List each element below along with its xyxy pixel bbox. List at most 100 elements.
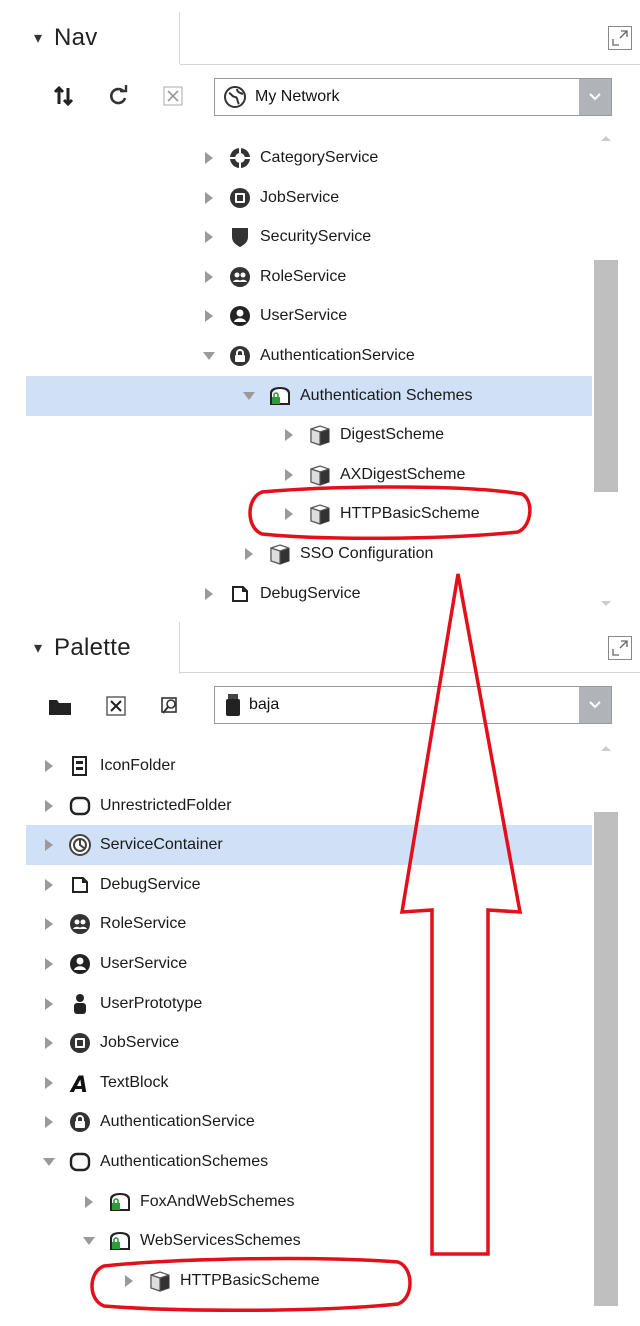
palette-tree-row[interactable]: JobService [26,1023,592,1063]
expand-right-icon[interactable] [82,1195,96,1209]
expand-right-icon[interactable] [42,917,56,931]
expand-down-icon[interactable] [42,1155,56,1169]
palette-tree-row[interactable]: IconFolder [26,746,592,786]
expand-right-icon[interactable] [42,1115,56,1129]
palette-tree-label: DebugService [100,875,201,893]
palette-module-select[interactable]: baja [214,686,612,724]
nav-tree-label: SSO Configuration [300,545,434,562]
collapse-chevron-icon[interactable]: ▾ [34,28,42,48]
expand-right-icon[interactable] [42,1076,56,1090]
nav-tree-label: JobService [260,188,340,206]
refresh-icon[interactable] [104,82,132,110]
expand-right-icon[interactable] [42,957,56,971]
expand-down-icon[interactable] [202,349,216,363]
jar-icon [225,693,241,717]
palette-scroll-thumb[interactable] [594,812,618,1306]
scroll-up-icon[interactable] [600,134,612,142]
nav-tree-row[interactable]: AuthenticationService [26,336,592,376]
palette-tree-row[interactable]: UserPrototype [26,984,592,1024]
nav-tree-row[interactable]: JobService [26,178,592,218]
palette-scrollbar[interactable] [594,730,618,1310]
palette-tree-row[interactable]: UserService [26,944,592,984]
nav-tree-row[interactable]: CategoryService [26,138,592,178]
nav-tree-row[interactable]: HTTPBasicScheme [26,494,592,534]
nav-tree-row[interactable]: SSO Configuration [26,534,592,574]
close-x-icon[interactable] [159,82,187,110]
icon-folder-icon [68,754,92,778]
expand-right-icon[interactable] [202,230,216,244]
expand-right-icon[interactable] [42,799,56,813]
expand-right-icon[interactable] [202,587,216,601]
category-icon [228,146,252,170]
expand-right-icon[interactable] [42,997,56,1011]
expand-right-icon[interactable] [42,1036,56,1050]
expand-right-icon[interactable] [282,428,296,442]
folder-outline-icon [68,794,92,818]
palette-tree-row[interactable]: AuthenticationSchemes [26,1142,592,1182]
chevron-down-icon[interactable] [579,79,611,115]
palette-tree-row[interactable]: UnrestrictedFolder [26,786,592,826]
expand-right-icon[interactable] [202,151,216,165]
palette-tree-label: AuthenticationService [100,1113,255,1131]
palette-tree-label: HTTPBasicScheme [180,1271,320,1289]
sort-arrows-icon[interactable] [50,82,78,110]
find-icon[interactable] [156,692,184,720]
cube-icon [268,542,292,566]
palette-tree-row[interactable]: HTTPBasicScheme [26,1261,592,1301]
expand-right-icon[interactable] [42,878,56,892]
expand-right-icon[interactable] [282,507,296,521]
scroll-down-icon[interactable] [600,600,612,608]
expand-right-icon[interactable] [122,1274,136,1288]
nav-tree-row[interactable]: DebugService [26,574,592,614]
user-icon [68,952,92,976]
palette-tree-row[interactable]: WebServicesSchemes [26,1221,592,1261]
expand-right-icon[interactable] [202,191,216,205]
palette-toolbar: baja [22,682,618,730]
nav-tree-row[interactable]: SecurityService [26,217,592,257]
palette-tree-row[interactable]: ServiceContainer [26,825,592,866]
nav-tree-row[interactable]: AXDigestScheme [26,455,592,495]
nav-scroll-thumb[interactable] [594,260,618,492]
palette-tab-label: Palette [54,634,131,661]
maximize-icon[interactable] [608,26,632,50]
nav-tree-row[interactable]: DigestScheme [26,415,592,455]
palette-tree-label: TextBlock [100,1073,169,1091]
expand-right-icon[interactable] [42,759,56,773]
expand-down-icon[interactable] [242,389,256,403]
debug-icon [228,582,252,606]
user-icon [228,304,252,328]
palette-tree-label: UserPrototype [100,994,203,1012]
nav-tree-row[interactable]: UserService [26,296,592,336]
close-x-icon[interactable] [102,692,130,720]
palette-tree-row[interactable]: AuthenticationService [26,1102,592,1142]
expand-right-icon[interactable] [42,838,56,852]
nav-tree-label: Authentication Schemes [300,386,473,404]
nav-tree-row[interactable]: Authentication Schemes [26,375,592,416]
palette-tree-row[interactable]: FoxAndWebSchemes [26,1182,592,1222]
maximize-icon[interactable] [608,636,632,660]
expand-right-icon[interactable] [202,309,216,323]
nav-tree-row[interactable]: RoleService [26,257,592,297]
nav-tree-label: AXDigestScheme [340,465,466,483]
palette-tree-row[interactable]: A TextBlock [26,1063,592,1103]
nav-tree-label: RoleService [260,267,347,285]
nav-root-select[interactable]: My Network [214,78,612,116]
debug-icon [68,873,92,897]
scroll-up-icon[interactable] [600,744,612,752]
expand-right-icon[interactable] [282,468,296,482]
expand-right-icon[interactable] [242,547,256,561]
nav-tree-label: HTTPBasicScheme [340,505,480,523]
chevron-down-icon[interactable] [579,687,611,723]
nav-tab[interactable]: ▾ Nav [22,12,180,64]
person-icon [68,992,92,1016]
expand-down-icon[interactable] [82,1234,96,1248]
expand-right-icon[interactable] [202,270,216,284]
folder-icon[interactable] [46,692,74,720]
palette-tab[interactable]: ▾ Palette [22,622,180,674]
collapse-chevron-icon[interactable]: ▾ [34,638,42,658]
palette-tree-row[interactable]: RoleService [26,904,592,944]
nav-tab-divider [180,64,640,65]
service-container-icon [68,833,92,857]
nav-scrollbar[interactable] [594,120,618,614]
palette-tree-row[interactable]: DebugService [26,865,592,905]
